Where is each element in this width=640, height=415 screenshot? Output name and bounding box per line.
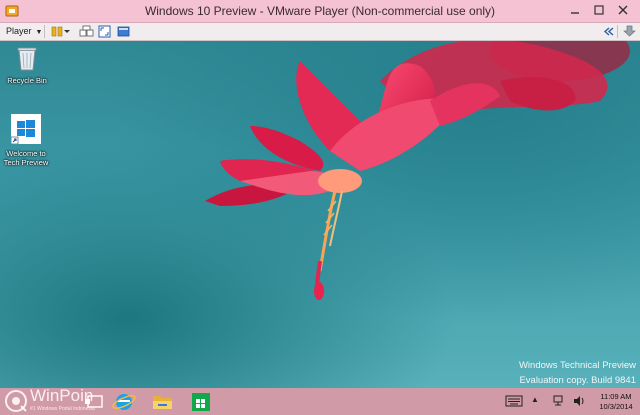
network-icon[interactable] xyxy=(552,394,566,408)
brand-name: WinPoin xyxy=(30,386,94,405)
recycle-bin-label: Recycle Bin xyxy=(7,76,47,85)
evaluation-watermark: Windows Technical Preview Evaluation cop… xyxy=(519,358,636,388)
clock-date: 10/3/2014 xyxy=(599,402,633,411)
watermark-line1: Windows Technical Preview xyxy=(518,360,636,371)
download-icon[interactable] xyxy=(622,24,637,39)
welcome-desktop-icon[interactable]: Welcome to Tech Preview xyxy=(1,114,51,167)
chevron-down-icon: ▼ xyxy=(35,29,43,36)
brand-tagline: #1 Windows Portal Indonesia xyxy=(30,406,95,412)
guest-desktop[interactable]: Recycle Bin Welcome to Tech Preview Wind… xyxy=(0,41,640,388)
winpoin-logo-icon xyxy=(5,390,27,412)
volume-icon[interactable] xyxy=(572,394,586,408)
toolbar-separator xyxy=(44,25,45,38)
chevron-up-icon[interactable]: ▲ xyxy=(531,395,539,404)
touch-keyboard-icon[interactable] xyxy=(505,394,523,408)
window-title: Windows 10 Preview - VMware Player (Non-… xyxy=(144,4,496,18)
recycle-bin-desktop-icon[interactable]: Recycle Bin xyxy=(2,45,52,85)
windows-logo-icon xyxy=(10,114,41,145)
chevron-down-icon[interactable] xyxy=(63,24,71,39)
file-explorer-icon[interactable] xyxy=(143,389,181,414)
store-icon[interactable] xyxy=(182,389,220,414)
recycle-bin-icon xyxy=(17,47,37,71)
window-titlebar[interactable]: Windows 10 Preview - VMware Player (Non-… xyxy=(0,0,640,23)
maximize-button[interactable] xyxy=(590,2,608,19)
unity-mode-icon[interactable] xyxy=(116,24,131,39)
toolbar-separator xyxy=(617,25,618,38)
player-menu-label: Player xyxy=(6,26,32,36)
collapse-toolbar-icon[interactable] xyxy=(601,24,616,39)
vmware-toolbar: Player ▼ xyxy=(0,23,640,41)
minimize-button[interactable] xyxy=(566,2,584,19)
watermark-line2: Evaluation copy. Build 9841 xyxy=(519,375,636,386)
fullscreen-icon[interactable] xyxy=(97,24,112,39)
close-button[interactable] xyxy=(614,2,632,19)
system-clock[interactable]: 11:09 AM 10/3/2014 xyxy=(594,392,638,412)
internet-explorer-icon[interactable] xyxy=(105,389,143,414)
taskbar: ▲ 11:09 AM 10/3/2014 xyxy=(0,388,640,415)
welcome-label: Welcome to Tech Preview xyxy=(3,149,49,167)
flower-wallpaper xyxy=(205,41,630,300)
send-ctrl-alt-del-icon[interactable] xyxy=(79,24,94,39)
player-menu-button[interactable]: Player ▼ xyxy=(3,24,45,39)
clock-time: 11:09 AM xyxy=(600,392,632,401)
